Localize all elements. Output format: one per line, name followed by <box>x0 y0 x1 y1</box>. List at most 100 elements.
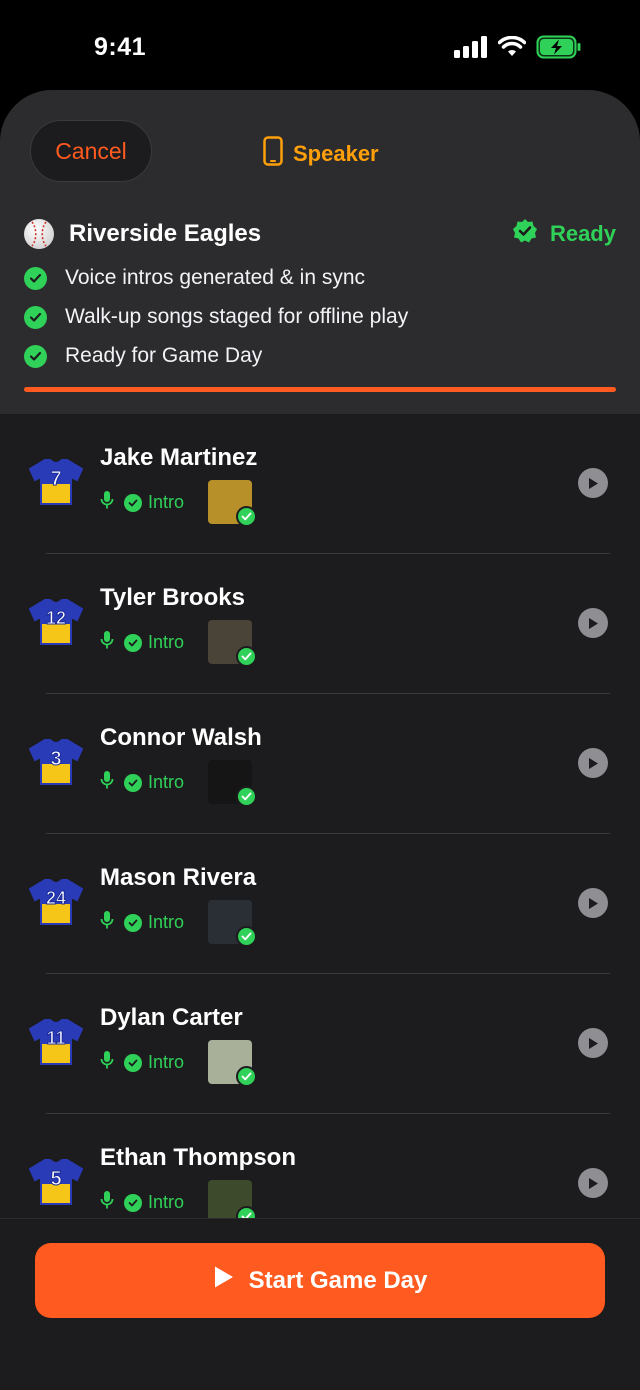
intro-status: Intro <box>100 910 184 935</box>
jersey-number: 7 <box>50 468 62 491</box>
intro-status: Intro <box>100 490 184 515</box>
phone-icon <box>263 136 283 172</box>
play-preview-button[interactable] <box>578 468 608 498</box>
intro-label: Intro <box>148 772 185 792</box>
checklist-item: Voice intros generated & in sync <box>24 266 365 290</box>
cancel-button[interactable]: Cancel <box>30 120 152 182</box>
jersey-icon: 24 <box>27 877 85 927</box>
start-game-day-button[interactable]: Start Game Day <box>35 1243 605 1318</box>
jersey-icon: 5 <box>27 1157 85 1207</box>
jersey-number: 24 <box>45 888 67 909</box>
jersey-number: 5 <box>50 1168 62 1191</box>
microphone-icon <box>100 770 114 795</box>
intro-label: Intro <box>148 1192 185 1212</box>
status-icons <box>454 35 582 64</box>
intro-label: Intro <box>148 632 185 652</box>
jersey-number: 12 <box>45 608 67 629</box>
wifi-icon <box>497 35 527 63</box>
intro-status: Intro <box>100 770 184 795</box>
cellular-signal-icon <box>454 36 488 63</box>
player-name: Dylan Carter <box>100 1004 243 1031</box>
play-icon <box>589 897 598 909</box>
checklist-text: Walk-up songs staged for offline play <box>65 305 409 328</box>
microphone-icon <box>100 910 114 935</box>
player-row[interactable]: 7 Jake Martinez Intro <box>0 414 640 554</box>
microphone-icon <box>100 1050 114 1075</box>
status-time: 9:41 <box>94 33 147 61</box>
play-preview-button[interactable] <box>578 608 608 638</box>
check-circle-icon <box>24 305 47 329</box>
game-day-sheet: Cancel Speaker Riverside Eagles Ready Vo… <box>0 90 640 1390</box>
intro-label: Intro <box>148 492 185 512</box>
baseball-icon <box>24 219 54 249</box>
player-name: Tyler Brooks <box>100 584 245 611</box>
play-icon <box>589 617 598 629</box>
player-list[interactable]: 7 Jake Martinez Intro 12 Tyler Brooks In… <box>0 414 640 1218</box>
check-circle-icon <box>124 773 142 792</box>
check-circle-icon <box>236 506 257 527</box>
check-circle-icon <box>236 786 257 807</box>
ready-label: Ready <box>549 221 616 246</box>
play-preview-button[interactable] <box>578 888 608 918</box>
play-icon <box>589 477 598 489</box>
intro-status: Intro <box>100 630 184 655</box>
play-preview-button[interactable] <box>578 1168 608 1198</box>
microphone-icon <box>100 1190 114 1215</box>
checklist-text: Ready for Game Day <box>65 344 263 367</box>
speaker-output-button[interactable]: Speaker <box>263 136 379 172</box>
verified-badge-icon <box>512 218 538 250</box>
jersey-number: 3 <box>50 748 62 771</box>
start-game-day-label: Start Game Day <box>248 1266 428 1294</box>
player-name: Mason Rivera <box>100 864 257 891</box>
speaker-label: Speaker <box>293 141 379 166</box>
battery-charging-icon <box>536 35 582 64</box>
play-preview-button[interactable] <box>578 748 608 778</box>
progress-fill <box>24 387 616 392</box>
play-icon <box>213 1265 235 1296</box>
team-name: Riverside Eagles <box>69 220 262 247</box>
team-row: Riverside Eagles Ready <box>24 218 616 250</box>
jersey-number: 11 <box>46 1028 66 1049</box>
checklist-text: Voice intros generated & in sync <box>65 266 366 289</box>
check-circle-icon <box>124 633 142 652</box>
sheet-header: Cancel Speaker Riverside Eagles Ready Vo… <box>0 90 640 414</box>
play-icon <box>589 1177 598 1189</box>
player-name: Ethan Thompson <box>100 1144 296 1171</box>
intro-label: Intro <box>148 1052 185 1072</box>
check-circle-icon <box>236 926 257 947</box>
microphone-icon <box>100 630 114 655</box>
check-circle-icon <box>124 1053 142 1072</box>
progress-bar <box>24 387 616 392</box>
jersey-icon: 3 <box>27 737 85 787</box>
player-name: Jake Martinez <box>100 444 258 471</box>
check-circle-icon <box>124 913 142 932</box>
footer: Start Game Day <box>0 1218 640 1390</box>
player-row[interactable]: 3 Connor Walsh Intro <box>0 694 640 834</box>
player-row[interactable]: 12 Tyler Brooks Intro <box>0 554 640 694</box>
intro-status: Intro <box>100 1050 184 1075</box>
status-bar: 9:41 <box>0 0 640 92</box>
check-circle-icon <box>124 493 142 512</box>
jersey-icon: 11 <box>27 1017 85 1067</box>
player-row[interactable]: 24 Mason Rivera Intro <box>0 834 640 974</box>
player-name: Connor Walsh <box>100 724 262 751</box>
check-circle-icon <box>24 266 47 290</box>
microphone-icon <box>100 490 114 515</box>
intro-label: Intro <box>148 912 185 932</box>
intro-status: Intro <box>100 1190 184 1215</box>
play-icon <box>589 757 598 769</box>
player-row[interactable]: 11 Dylan Carter Intro <box>0 974 640 1114</box>
check-circle-icon <box>24 344 47 368</box>
play-icon <box>589 1037 598 1049</box>
check-circle-icon <box>124 1193 142 1212</box>
jersey-icon: 7 <box>27 457 85 507</box>
check-circle-icon <box>236 646 257 667</box>
check-circle-icon <box>236 1066 257 1087</box>
ready-status: Ready <box>512 218 616 250</box>
check-circle-icon <box>236 1206 257 1218</box>
play-preview-button[interactable] <box>578 1028 608 1058</box>
jersey-icon: 12 <box>27 597 85 647</box>
checklist-item: Walk-up songs staged for offline play <box>24 305 408 329</box>
checklist-item: Ready for Game Day <box>24 344 262 368</box>
player-row[interactable]: 5 Ethan Thompson Intro <box>0 1114 640 1218</box>
